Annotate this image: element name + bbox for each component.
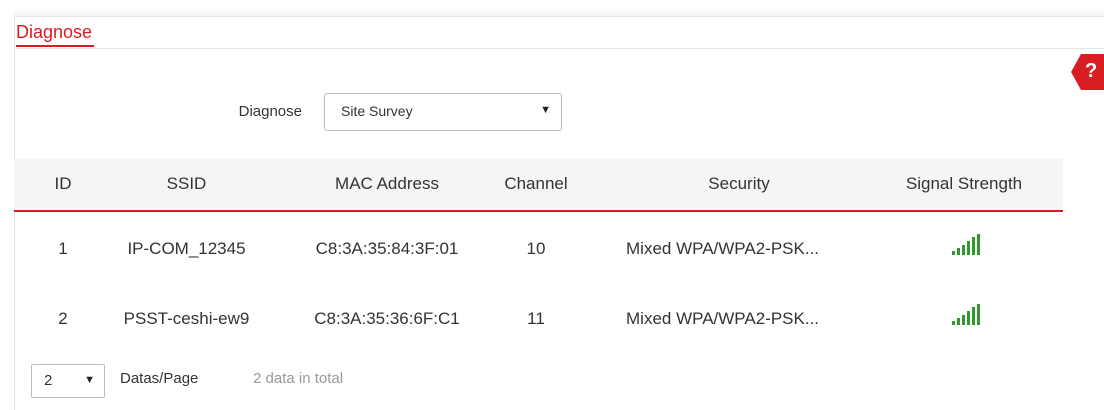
chevron-down-icon: ▼ [540, 104, 551, 116]
diagnose-panel [14, 16, 1104, 410]
diagnose-label: Diagnose [238, 103, 302, 120]
cell-mac: C8:3A:35:84:3F:01 [315, 239, 459, 258]
header-mac-address: MAC Address [335, 174, 439, 193]
help-mark: ? [1085, 60, 1098, 82]
total-count: 2 data in total [253, 370, 344, 387]
tab-divider [14, 48, 1104, 49]
cell-channel: 10 [526, 239, 546, 258]
per-page-label: Datas/Page [120, 370, 199, 387]
table-row[interactable]: 2 PSST-ceshi-ew9 C8:3A:35:36:6F:C1 11 Mi… [14, 289, 1063, 349]
diagnose-select[interactable]: Site Survey ▼ [324, 93, 562, 131]
cell-channel: 11 [527, 309, 545, 328]
cell-ssid: IP-COM_12345 [127, 239, 246, 258]
table-row[interactable]: 1 IP-COM_12345 C8:3A:35:84:3F:01 10 Mixe… [14, 219, 1063, 279]
table-header: ID SSID MAC Address Channel Security Sig… [14, 158, 1063, 212]
header-ssid: SSID [166, 174, 207, 193]
header-security: Security [708, 174, 770, 193]
signal-strength-icon [952, 304, 982, 331]
page-size-select[interactable]: 2 ▼ [31, 364, 105, 398]
cell-security: Mixed WPA/WPA2-PSK... [626, 309, 820, 328]
cell-ssid: PSST-ceshi-ew9 [123, 309, 250, 328]
panel-top-shadow [14, 8, 1104, 16]
chevron-down-icon: ▼ [84, 374, 95, 386]
header-signal-strength: Signal Strength [905, 174, 1023, 193]
help-button[interactable]: ? [1071, 54, 1104, 90]
diagnose-select-value: Site Survey [341, 103, 413, 119]
signal-strength-icon [952, 234, 982, 261]
cell-id: 1 [58, 239, 68, 258]
tab-diagnose[interactable]: Diagnose [16, 20, 95, 47]
header-id: ID [54, 174, 72, 193]
cell-id: 2 [58, 309, 68, 328]
cell-security: Mixed WPA/WPA2-PSK... [626, 239, 820, 258]
cell-mac: C8:3A:35:36:6F:C1 [314, 309, 460, 328]
header-channel: Channel [504, 174, 568, 193]
page-size-value: 2 [44, 372, 53, 389]
